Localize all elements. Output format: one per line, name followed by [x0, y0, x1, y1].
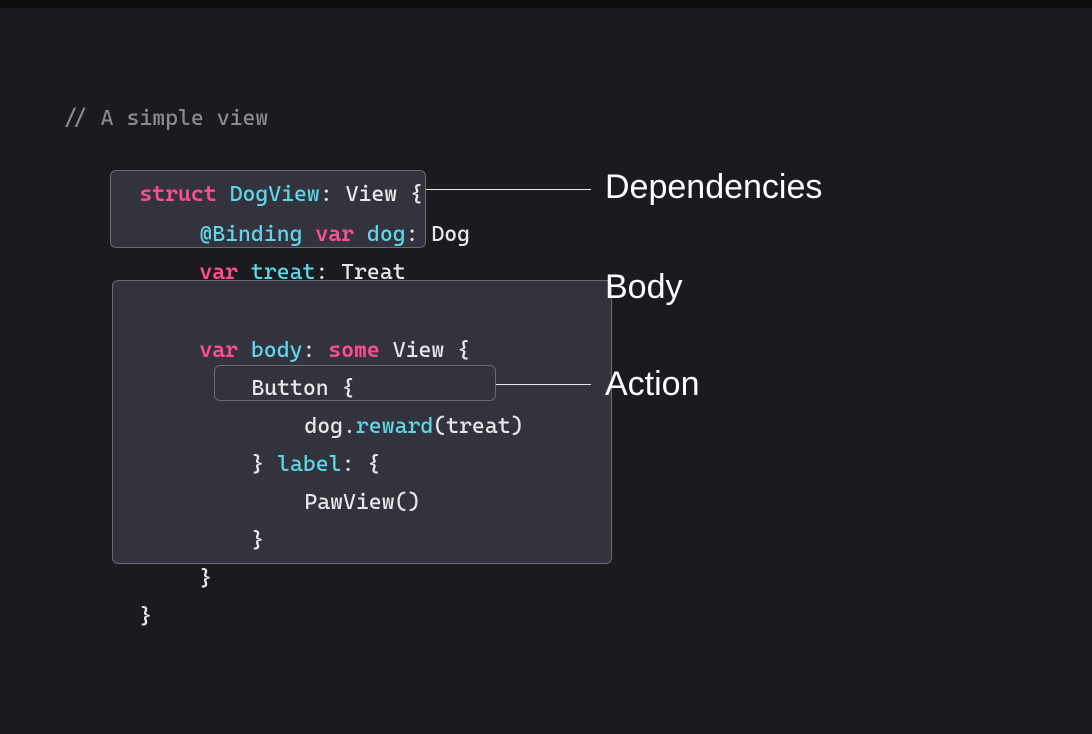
- type-view2: View: [393, 338, 445, 363]
- code-comment: // A simple view: [62, 106, 268, 131]
- type-dog: Dog: [431, 222, 470, 247]
- slide-background: // A simple view struct DogView: View { …: [0, 8, 1092, 734]
- brace-open2: {: [457, 338, 470, 363]
- treat-arg: treat: [446, 414, 510, 439]
- kw-var2: var: [199, 260, 238, 285]
- pawview-parens: (): [395, 490, 421, 515]
- label-action: Action: [605, 365, 700, 404]
- open-paren: (: [433, 414, 446, 439]
- pawview-call: PawView: [304, 490, 394, 515]
- brace-close3: }: [199, 566, 212, 591]
- var-treat: treat: [251, 260, 315, 285]
- close-paren: ): [511, 414, 524, 439]
- brace-close4: }: [139, 604, 152, 629]
- brace-close2: }: [251, 528, 264, 553]
- label-body: Body: [605, 268, 683, 307]
- type-treat: Treat: [341, 260, 405, 285]
- label-dependencies: Dependencies: [605, 168, 822, 207]
